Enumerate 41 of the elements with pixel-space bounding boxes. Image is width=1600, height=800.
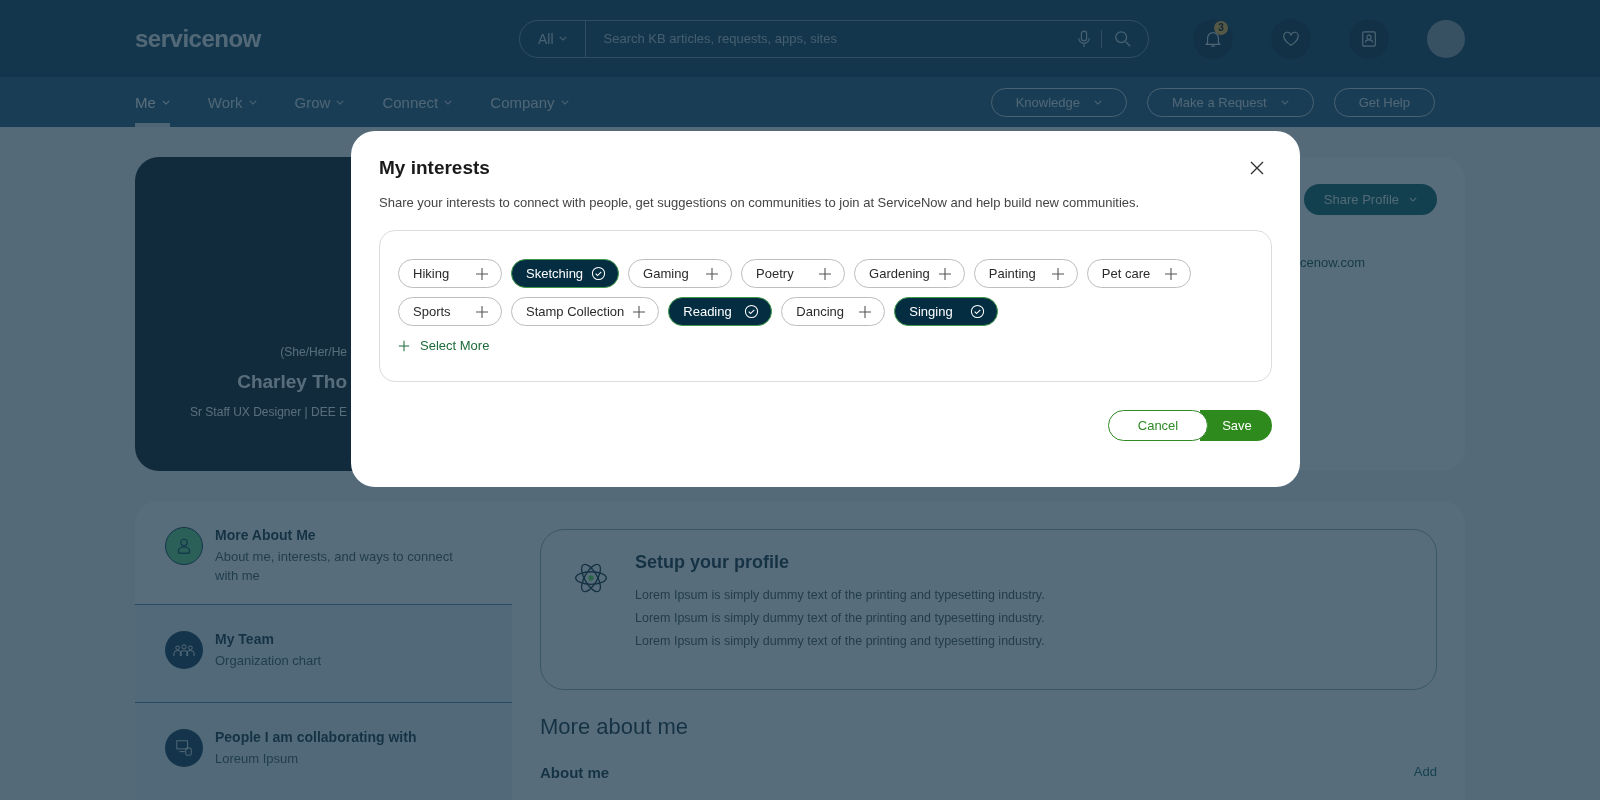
dialog-description: Share your interests to connect with people, get suggestions on communities to join at ServiceNow and help build new communities. (379, 195, 1141, 210)
check-circle-icon (970, 304, 986, 319)
interest-chip[interactable]: Poetry (741, 259, 846, 288)
select-more-button[interactable]: Select More (398, 338, 490, 353)
profile-name: Charley Tho (237, 371, 347, 393)
interest-chip[interactable]: Dancing (781, 297, 886, 326)
interest-chip[interactable]: Painting (973, 259, 1078, 288)
section-heading: More about me (540, 714, 689, 740)
plus-icon (398, 339, 410, 352)
section-title: People I am collaborating with (215, 729, 417, 745)
interest-chip[interactable]: Singing (894, 297, 999, 326)
interest-chip[interactable]: Reading (668, 297, 773, 326)
plus-icon (1050, 266, 1065, 281)
about-me-label: About me (540, 764, 610, 781)
pronouns: (She/Her/He (280, 345, 347, 359)
plus-icon (1163, 266, 1178, 281)
section-title: More About Me (215, 527, 317, 543)
interest-chip[interactable]: Pet care (1086, 259, 1191, 288)
check-circle-icon (744, 304, 760, 319)
plus-icon (937, 266, 952, 281)
job-title: Sr Staff UX Designer | DEE E (190, 405, 347, 419)
interest-chip[interactable]: Hiking (398, 259, 502, 288)
dialog-title: My interests (379, 157, 490, 179)
plus-icon (818, 266, 833, 281)
interest-chip[interactable]: Sketching (511, 259, 620, 288)
plus-icon (858, 304, 873, 319)
plus-icon (705, 266, 720, 281)
interest-chip[interactable]: Gardening (854, 259, 965, 288)
plus-icon (475, 304, 489, 319)
save-button[interactable]: Save (1200, 410, 1272, 441)
setup-title: Setup your profile (635, 552, 790, 573)
interest-chip[interactable]: Stamp Collection (511, 297, 660, 326)
plus-icon (632, 304, 647, 319)
close-icon[interactable] (1250, 161, 1264, 175)
check-circle-icon (591, 266, 607, 281)
section-title: My Team (215, 631, 275, 647)
section-subtitle: About me, interests, and ways to connect with me (215, 548, 454, 585)
plus-icon (475, 266, 489, 281)
cancel-button[interactable]: Cancel (1108, 410, 1208, 441)
interest-chip[interactable]: Gaming (628, 259, 733, 288)
interest-chip[interactable]: Sports (398, 297, 502, 326)
